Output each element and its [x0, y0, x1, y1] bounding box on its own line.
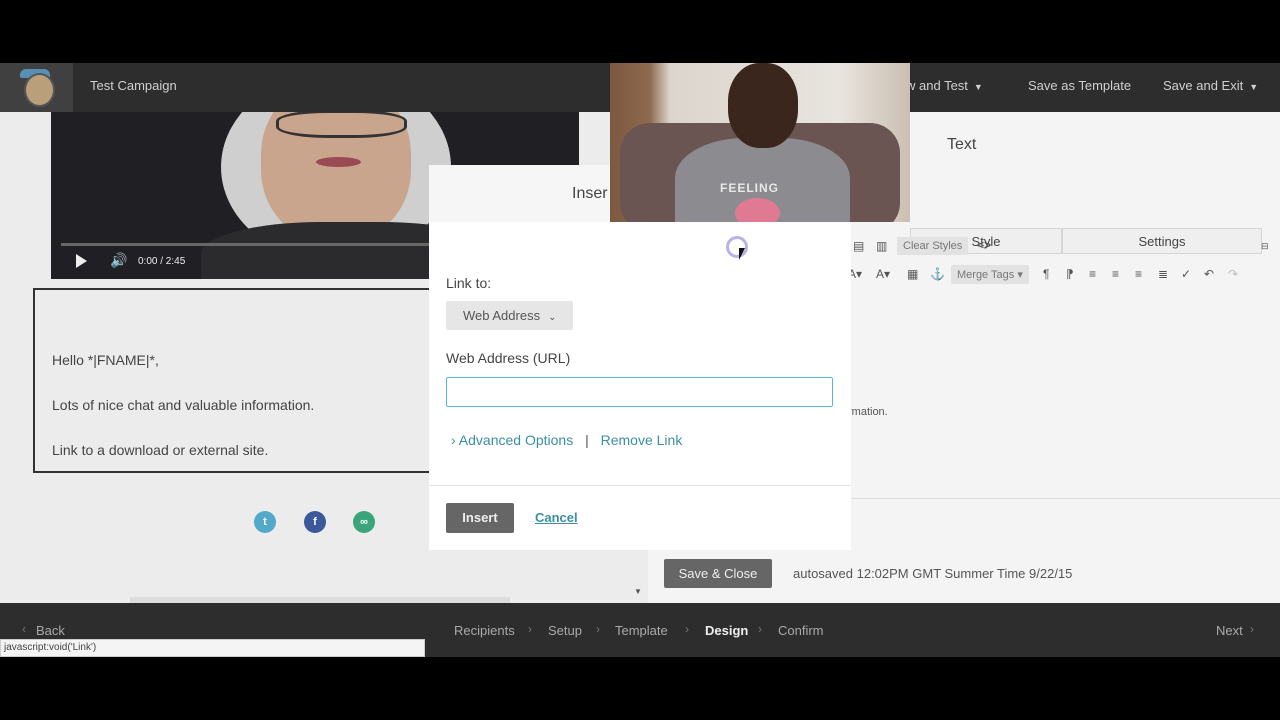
webcam-shirt-heart: [735, 198, 780, 222]
align-justify-icon[interactable]: ≣: [1158, 267, 1168, 281]
merge-tags-label: Merge Tags: [957, 269, 1015, 281]
link-type-dropdown[interactable]: Web Address ⌄: [446, 301, 573, 330]
url-input[interactable]: [446, 377, 833, 407]
play-icon[interactable]: [76, 254, 87, 268]
chevron-right-icon: ›: [758, 622, 762, 636]
paragraph-rtl-icon[interactable]: ⁋: [1066, 267, 1074, 281]
paragraph-ltr-icon[interactable]: ¶: [1043, 267, 1049, 281]
paste-icon[interactable]: ▤: [853, 239, 864, 253]
align-left-icon[interactable]: ≡: [1089, 267, 1096, 281]
align-center-icon[interactable]: ≡: [1112, 267, 1119, 281]
campaign-editor: Test Campaign w and Test ▼ Save as Templa…: [0, 63, 1280, 657]
video-frame-glasses: [276, 112, 407, 138]
background-color-icon[interactable]: A▾: [876, 267, 890, 281]
step-confirm[interactable]: Confirm: [778, 623, 824, 638]
volume-icon[interactable]: 🔊: [110, 252, 127, 269]
next-button[interactable]: Next: [1216, 623, 1243, 638]
dialog-links: › Advanced Options | Remove Link: [451, 432, 682, 448]
chevron-down-icon: ▼: [1249, 82, 1259, 92]
insert-link-dialog: Inser Link to: Web Address ⌄ Web Address …: [429, 165, 851, 550]
dialog-title: Inser: [572, 185, 608, 202]
back-button[interactable]: Back: [36, 623, 65, 638]
chevron-left-icon: ‹: [22, 622, 26, 636]
video-frame-lips: [316, 157, 361, 167]
mailchimp-logo[interactable]: [0, 63, 73, 112]
advanced-options-link[interactable]: Advanced Options: [459, 432, 573, 448]
save-and-exit-label: Save and Exit: [1163, 78, 1244, 93]
scroll-down-icon[interactable]: ▼: [634, 587, 642, 596]
link-to-label: Link to:: [446, 275, 492, 291]
step-design[interactable]: Design: [705, 623, 748, 638]
body-line-1: Hello *|FNAME|*,: [52, 352, 159, 368]
chevron-right-icon: ›: [596, 622, 600, 636]
insert-button[interactable]: Insert: [446, 503, 514, 533]
campaign-title: Test Campaign: [90, 78, 177, 93]
chevron-right-icon: ›: [685, 622, 689, 636]
chevron-right-icon: ›: [451, 432, 456, 448]
preview-and-test-label: w and Test: [906, 78, 968, 93]
cancel-link[interactable]: Cancel: [535, 510, 578, 525]
link-type-value: Web Address: [463, 308, 541, 323]
table-icon[interactable]: ▦: [907, 267, 918, 281]
chevron-right-icon: ›: [1250, 622, 1254, 636]
merge-tags-dropdown[interactable]: Merge Tags ▾: [951, 265, 1029, 284]
editor-content-excerpt: rmation.: [848, 406, 888, 418]
tab-settings[interactable]: Settings: [1062, 228, 1262, 254]
clear-styles-button[interactable]: Clear Styles: [897, 237, 969, 255]
text-block-preview[interactable]: Hello *|FNAME|*, Lots of nice chat and v…: [33, 288, 437, 473]
twitter-icon[interactable]: t: [254, 511, 276, 533]
autosave-status: autosaved 12:02PM GMT Summer Time 9/22/1…: [793, 566, 1073, 581]
collapse-toolbar-icon[interactable]: ⊟: [1261, 241, 1269, 252]
align-right-icon[interactable]: ≡: [1135, 267, 1142, 281]
editor-title: Text: [947, 136, 977, 153]
undo-icon[interactable]: ↶: [1204, 267, 1214, 281]
remove-link-link[interactable]: Remove Link: [601, 432, 683, 448]
chevron-down-icon: ⌄: [548, 312, 557, 323]
link-icon[interactable]: ∞: [353, 511, 375, 533]
url-label: Web Address (URL): [446, 350, 571, 366]
save-as-template-button[interactable]: Save as Template: [1028, 78, 1131, 93]
step-recipients[interactable]: Recipients: [454, 623, 515, 638]
body-line-3: Link to a download or external site.: [52, 442, 269, 458]
save-and-close-button[interactable]: Save & Close: [664, 559, 772, 588]
paste-text-icon[interactable]: ▥: [876, 239, 887, 253]
redo-icon[interactable]: ↷: [1228, 267, 1238, 281]
facebook-icon[interactable]: f: [304, 511, 326, 533]
chevron-down-icon: ▼: [973, 82, 983, 92]
webcam-shirt-text: FEELING: [720, 181, 780, 195]
webcam-person-head: [728, 63, 798, 148]
spellcheck-icon[interactable]: ✓: [1181, 267, 1191, 281]
webcam-overlay: FEELING: [610, 63, 910, 222]
step-template[interactable]: Template: [615, 623, 668, 638]
preview-and-test-menu[interactable]: w and Test ▼: [906, 78, 983, 93]
body-line-2: Lots of nice chat and valuable informati…: [52, 397, 315, 413]
step-setup[interactable]: Setup: [548, 623, 582, 638]
mouse-pointer-icon: [739, 248, 745, 260]
browser-status-bar: javascript:void('Link'): [0, 639, 425, 657]
logo-monkey-shape: [24, 73, 55, 107]
dialog-divider: [429, 485, 851, 486]
link-separator: |: [585, 432, 589, 448]
anchor-icon[interactable]: ⚓: [930, 267, 945, 281]
chevron-right-icon: ›: [528, 622, 532, 636]
source-code-icon[interactable]: <>: [977, 238, 991, 252]
video-time: 0:00 / 2:45: [138, 256, 186, 267]
save-and-exit-menu[interactable]: Save and Exit ▼: [1163, 78, 1258, 93]
